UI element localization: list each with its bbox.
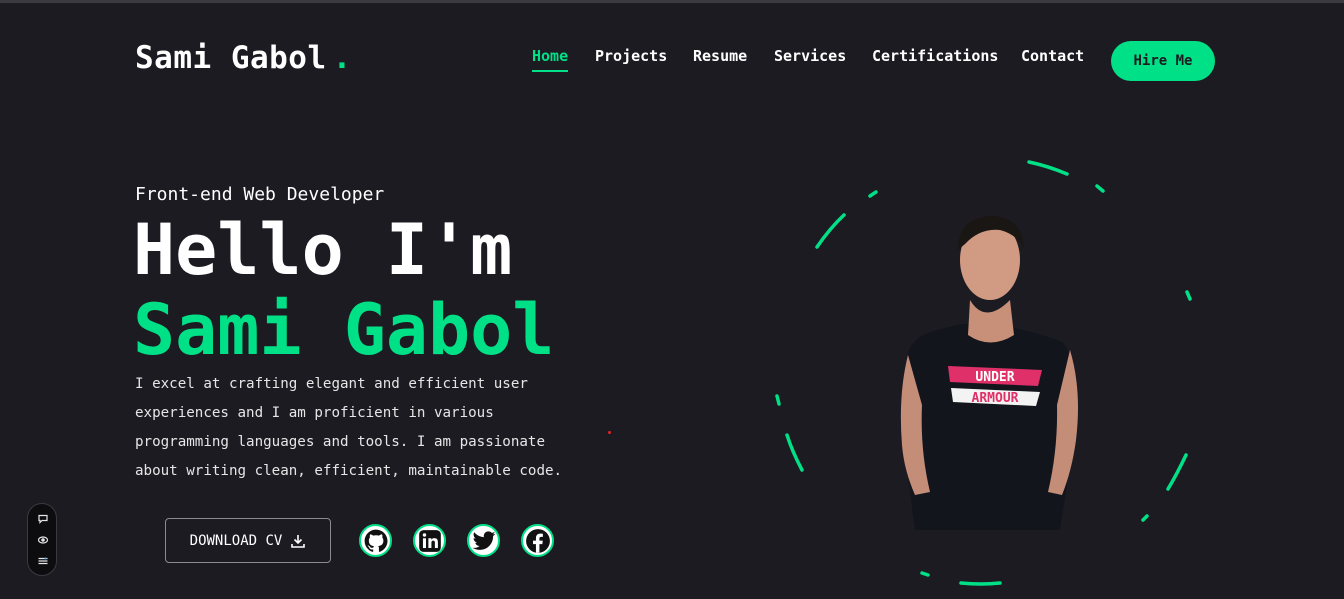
hero-description: I excel at crafting elegant and efficien… [135, 376, 563, 479]
chat-icon[interactable] [36, 512, 49, 525]
download-cv-label: DOWNLOAD CV [189, 532, 283, 549]
hero-greeting: Hello I'm [133, 209, 513, 291]
download-icon [291, 534, 306, 548]
twitter-icon [472, 530, 495, 550]
profile-photo: UNDER ARMOUR [775, 160, 1192, 586]
nav-contact[interactable]: Contact [1021, 47, 1084, 65]
nav-resume[interactable]: Resume [693, 47, 747, 65]
hire-me-button[interactable]: Hire Me [1111, 41, 1215, 81]
hero-role: Front-end Web Developer [135, 184, 385, 205]
site-logo[interactable]: Sami Gabol. [135, 40, 352, 76]
side-toolbar [27, 503, 57, 576]
github-link[interactable] [359, 524, 392, 557]
eye-icon[interactable] [36, 533, 49, 546]
nav-certifications[interactable]: Certifications [872, 47, 998, 65]
browser-top-border [0, 0, 1344, 3]
download-cv-button[interactable]: DOWNLOAD CV [165, 518, 331, 563]
nav-home[interactable]: Home [532, 47, 569, 72]
profile-photo-frame: UNDER ARMOUR [770, 150, 1210, 590]
twitter-link[interactable] [467, 524, 500, 557]
facebook-icon [525, 528, 550, 553]
linkedin-icon [418, 529, 441, 552]
shirt-text-top: UNDER [975, 370, 1014, 385]
github-icon [364, 529, 387, 552]
logo-text: Sami Gabol [135, 40, 327, 76]
shirt-text-bottom: ARMOUR [972, 391, 1019, 406]
linkedin-link[interactable] [413, 524, 446, 557]
settings-icon[interactable] [36, 554, 49, 567]
nav-services[interactable]: Services [774, 47, 846, 65]
logo-dot: . [332, 40, 352, 76]
facebook-link[interactable] [521, 524, 554, 557]
decorative-dot [608, 431, 611, 434]
nav-projects[interactable]: Projects [595, 47, 667, 65]
hero-name: Sami Gabol [133, 289, 555, 371]
